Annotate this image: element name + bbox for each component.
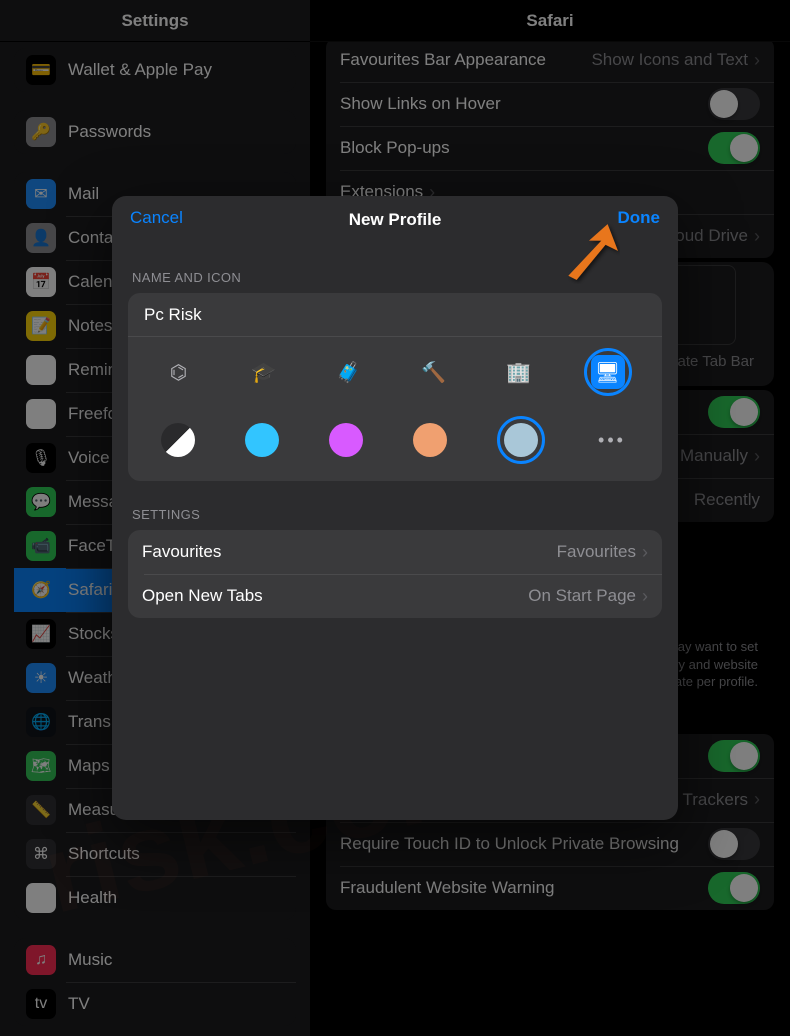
row-value: Favourites (557, 542, 636, 562)
color-lightblue[interactable] (497, 416, 545, 464)
new-profile-sheet: Cancel New Profile Done NAME AND ICON Pc… (112, 196, 678, 820)
profile-name-input[interactable]: Pc Risk (128, 293, 662, 337)
graduation-cap-icon[interactable]: 🎓 (244, 352, 284, 392)
color-more-button[interactable]: ••• (595, 423, 629, 457)
color-magenta[interactable] (329, 423, 363, 457)
color-half[interactable] (161, 423, 195, 457)
row-label: Open New Tabs (142, 586, 263, 606)
color-orange[interactable] (413, 423, 447, 457)
done-button[interactable]: Done (618, 208, 661, 228)
row-label: Favourites (142, 542, 221, 562)
chevron-right-icon: › (642, 542, 648, 563)
building-icon[interactable]: 🏢 (499, 352, 539, 392)
briefcase-icon[interactable]: 🧳 (329, 352, 369, 392)
sheet-title: New Profile (349, 210, 442, 230)
row-value: On Start Page (528, 586, 636, 606)
settings-header: SETTINGS (128, 481, 662, 530)
display-icon[interactable]: 🖥 (584, 348, 632, 396)
name-icon-header: NAME AND ICON (128, 244, 662, 293)
color-cyan[interactable] (245, 423, 279, 457)
modal-row-favourites[interactable]: Favourites Favourites › (128, 530, 662, 574)
chevron-right-icon: › (642, 586, 648, 607)
cancel-button[interactable]: Cancel (130, 208, 183, 228)
person-card-icon[interactable]: ⌬ (159, 352, 199, 392)
modal-row-open-new-tabs[interactable]: Open New Tabs On Start Page › (128, 574, 662, 618)
hammer-icon[interactable]: 🔨 (414, 352, 454, 392)
